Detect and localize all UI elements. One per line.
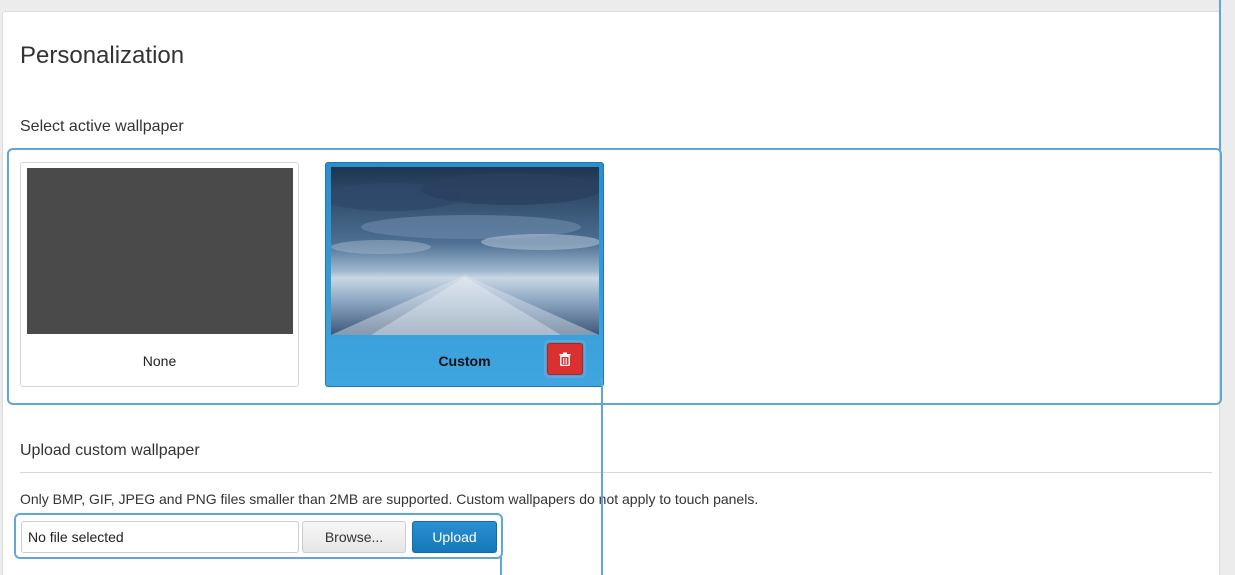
wallpaper-tile-custom[interactable]: Custom (325, 162, 604, 387)
upload-info-text: Only BMP, GIF, JPEG and PNG files smalle… (20, 491, 759, 507)
callout-line (601, 379, 603, 575)
seascape-image (331, 167, 599, 335)
wallpaper-thumbnail-none (27, 168, 293, 334)
wallpaper-section-title: Select active wallpaper (20, 118, 184, 135)
file-name-field[interactable]: No file selected (21, 521, 299, 553)
section-divider (20, 472, 1212, 473)
page: Personalization Select active wallpaper … (0, 0, 1235, 575)
trash-icon (559, 352, 571, 366)
upload-button[interactable]: Upload (412, 521, 497, 553)
callout-line (500, 557, 502, 575)
page-title: Personalization (20, 42, 185, 69)
callout-line (1219, 0, 1221, 150)
wallpaper-tile-none[interactable]: None (20, 162, 299, 387)
wallpaper-tile-label: None (142, 353, 177, 369)
browse-button[interactable]: Browse... (302, 521, 406, 553)
wallpaper-thumbnail-custom (331, 167, 599, 335)
delete-wallpaper-button[interactable] (547, 343, 583, 375)
upload-section-title: Upload custom wallpaper (20, 442, 200, 459)
